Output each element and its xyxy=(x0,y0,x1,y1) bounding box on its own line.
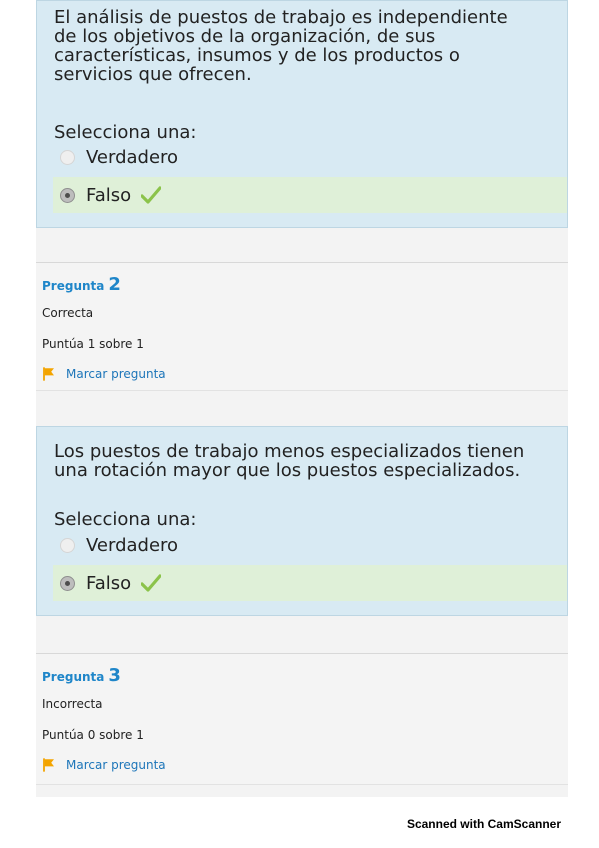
question-2-text: Los puestos de trabajo menos especializa… xyxy=(54,441,525,481)
question-2-option-falso[interactable]: Falso xyxy=(53,565,567,601)
question-2-score: Puntúa 1 sobre 1 xyxy=(42,337,144,351)
question-2-card: Los puestos de trabajo menos especializa… xyxy=(36,426,568,616)
option-label: Verdadero xyxy=(86,146,179,168)
question-2-heading: Pregunta 2 xyxy=(42,276,121,294)
question-1-card: El análisis de puestos de trabajo es ind… xyxy=(36,0,568,228)
option-label: Falso xyxy=(86,184,132,206)
check-icon xyxy=(141,574,162,592)
question-2-flag-link[interactable]: Marcar pregunta xyxy=(43,367,166,381)
question-2-status: Correcta xyxy=(42,306,94,320)
question-3-heading: Pregunta 3 xyxy=(42,667,121,685)
flag-icon xyxy=(43,367,54,381)
radio-button-selected[interactable] xyxy=(60,187,75,203)
option-label: Falso xyxy=(86,572,132,594)
flag-icon xyxy=(43,758,54,772)
question-number: 2 xyxy=(108,274,121,295)
question-2-info-panel: Pregunta 2 Correcta Puntúa 1 sobre 1 Mar… xyxy=(36,262,568,391)
radio-button-selected[interactable] xyxy=(60,575,75,591)
question-1-option-falso[interactable]: Falso xyxy=(53,177,567,213)
question-3-score: Puntúa 0 sobre 1 xyxy=(42,728,144,742)
question-2-option-verdadero[interactable]: Verdadero xyxy=(53,527,567,563)
question-number: 3 xyxy=(108,665,121,686)
question-3-flag-link[interactable]: Marcar pregunta xyxy=(43,758,166,772)
mark-question-link[interactable]: Marcar pregunta xyxy=(66,758,166,772)
check-icon xyxy=(141,186,162,204)
scanner-watermark: Scanned with CamScanner xyxy=(406,817,561,831)
question-label: Pregunta xyxy=(42,279,105,293)
mark-question-link[interactable]: Marcar pregunta xyxy=(66,367,166,381)
option-label: Verdadero xyxy=(86,534,179,556)
question-3-info-panel: Pregunta 3 Incorrecta Puntúa 0 sobre 1 M… xyxy=(36,653,568,785)
question-1-option-verdadero[interactable]: Verdadero xyxy=(53,139,567,175)
question-1-text: El análisis de puestos de trabajo es ind… xyxy=(54,7,508,85)
radio-button-unchecked[interactable] xyxy=(60,537,75,553)
question-label: Pregunta xyxy=(42,670,105,684)
question-3-status: Incorrecta xyxy=(42,697,103,711)
radio-button-unchecked[interactable] xyxy=(60,149,75,165)
